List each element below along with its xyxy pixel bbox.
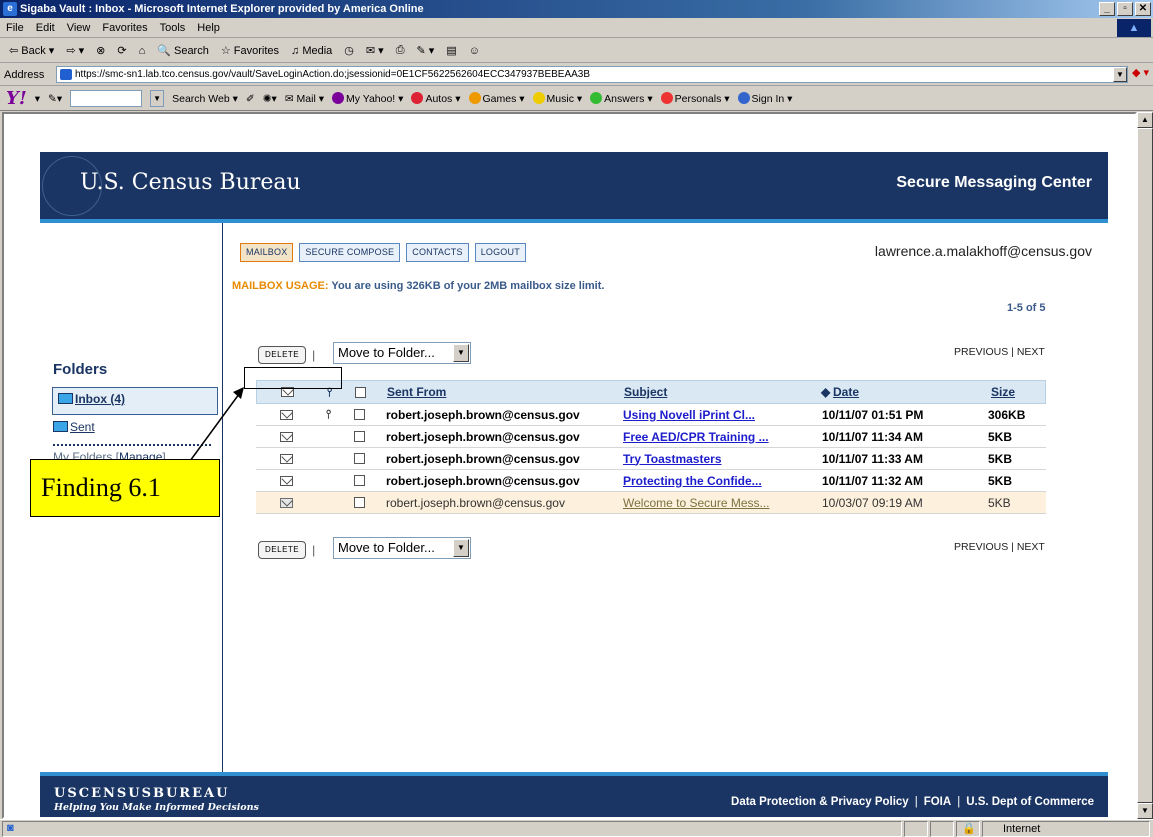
annotation-arrow (189, 387, 244, 462)
browser-window: e Sigaba Vault : Inbox - Microsoft Inter… (0, 0, 1153, 837)
annotation-callout: Finding 6.1 (30, 459, 220, 517)
